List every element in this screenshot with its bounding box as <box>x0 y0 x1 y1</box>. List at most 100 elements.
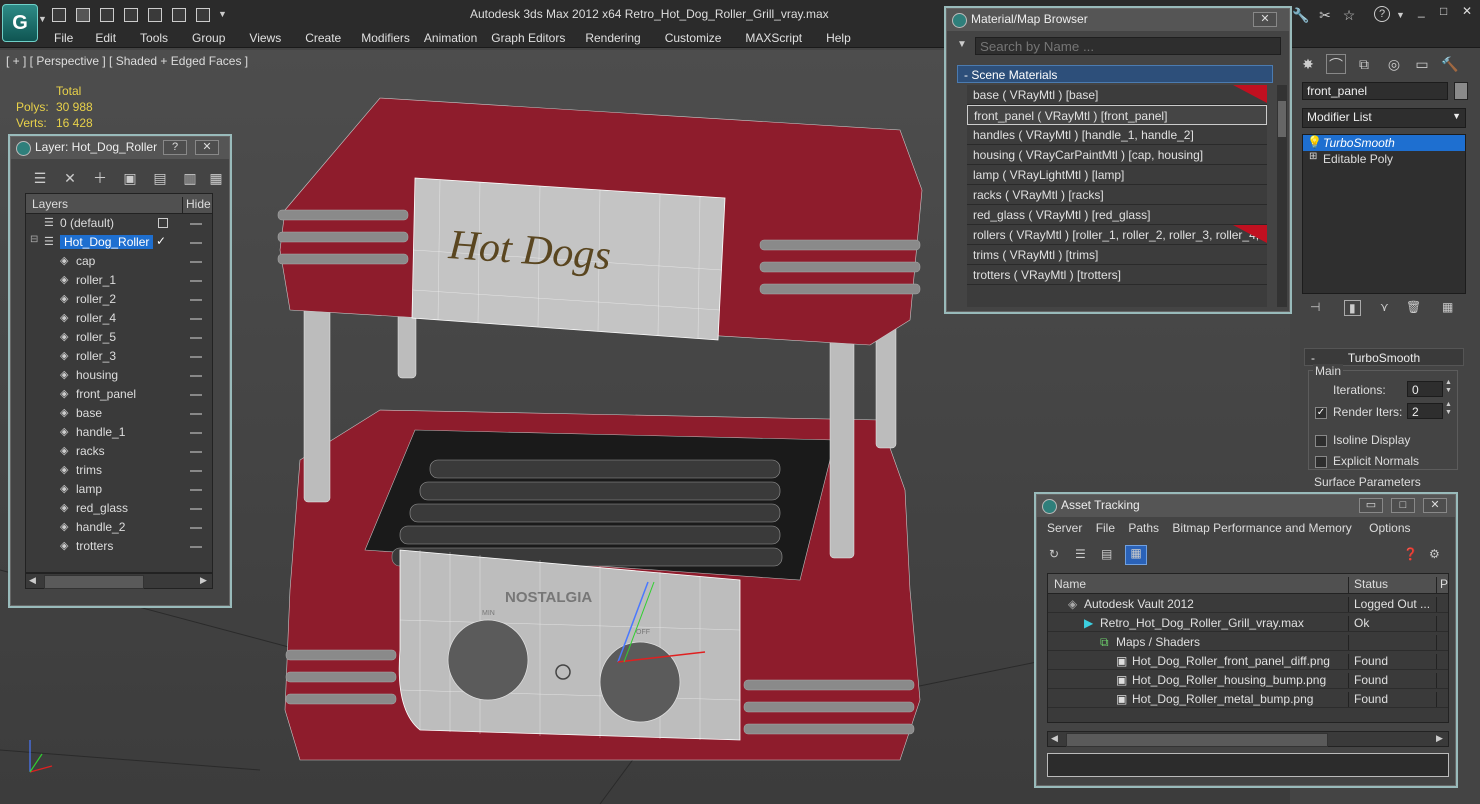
open-file-icon[interactable] <box>76 8 90 22</box>
asset-tracking-titlebar[interactable]: Asset Tracking ▭ □ ✕ <box>1037 495 1455 517</box>
menu-create[interactable]: Create <box>305 31 341 47</box>
maximize-window-button[interactable]: □ <box>1440 4 1447 18</box>
layer-row[interactable]: ◈ base <box>26 404 212 423</box>
create-tab-icon[interactable]: ✸ <box>1298 54 1318 74</box>
menu-file[interactable]: File <box>54 31 73 47</box>
hide-toggle[interactable] <box>190 261 202 263</box>
layer-row[interactable]: ◈ housing <box>26 366 212 385</box>
layer-row[interactable]: ◈ handle_1 <box>26 423 212 442</box>
hide-toggle[interactable] <box>190 242 202 244</box>
new-file-icon[interactable] <box>52 8 66 22</box>
layer-row[interactable]: ◈ roller_5 <box>26 328 212 347</box>
undo-icon[interactable] <box>124 8 138 22</box>
isoline-display-checkbox[interactable] <box>1315 433 1331 447</box>
stack-item-editable-poly[interactable]: ⊞ Editable Poly <box>1303 151 1465 167</box>
material-item[interactable]: racks ( VRayMtl ) [racks] <box>967 185 1267 205</box>
asset-menu-options[interactable]: Options <box>1369 521 1410 535</box>
hide-toggle[interactable] <box>190 527 202 529</box>
scene-materials-group[interactable]: - Scene Materials <box>957 65 1273 83</box>
layer-horizontal-scrollbar[interactable]: ◀ ▶ <box>25 573 213 589</box>
refresh-icon[interactable]: ↻ <box>1049 547 1059 561</box>
asset-horizontal-scrollbar[interactable]: ◀ ▶ <box>1047 731 1449 747</box>
save-file-icon[interactable] <box>100 8 114 22</box>
hide-toggle[interactable] <box>190 546 202 548</box>
hold-icon[interactable] <box>172 8 186 22</box>
layer-row[interactable]: ◈ front_panel <box>26 385 212 404</box>
redo-icon[interactable] <box>148 8 162 22</box>
asset-menu-server[interactable]: Server <box>1047 521 1082 535</box>
material-item[interactable]: trotters ( VRayMtl ) [trotters] <box>967 265 1267 285</box>
configure-sets-icon[interactable]: ▦ <box>1442 300 1453 314</box>
menu-rendering[interactable]: Rendering <box>585 31 640 47</box>
material-item[interactable]: lamp ( VRayLightMtl ) [lamp] <box>967 165 1267 185</box>
motion-tab-icon[interactable]: ◎ <box>1384 54 1404 74</box>
favorites-star-icon[interactable]: ☆ <box>1340 6 1358 24</box>
menu-edit[interactable]: Edit <box>95 31 116 47</box>
layer-row[interactable]: ◈ cap <box>26 252 212 271</box>
layer-row[interactable]: ◈ roller_4 <box>26 309 212 328</box>
hide-toggle[interactable] <box>190 489 202 491</box>
hide-toggle[interactable] <box>190 508 202 510</box>
menu-help[interactable]: Help <box>826 31 851 47</box>
material-item[interactable]: front_panel ( VRayMtl ) [front_panel] <box>967 105 1267 125</box>
asset-row[interactable]: ▣ Hot_Dog_Roller_metal_bump.png Found <box>1048 689 1448 708</box>
expand-plus-icon[interactable]: ⊞ <box>1309 151 1317 162</box>
scroll-left-arrow-icon[interactable]: ◀ <box>1051 733 1058 744</box>
render-iters-spinner-arrows-icon[interactable]: ▲ ▼ <box>1445 401 1452 417</box>
layer-help-button[interactable]: ? <box>163 140 187 155</box>
close-window-button[interactable]: ✕ <box>1462 4 1472 18</box>
freeze-all-icon[interactable]: ▦ <box>207 167 225 189</box>
iterations-spinner[interactable]: 0 <box>1407 381 1443 397</box>
help-icon[interactable]: ? <box>1374 6 1390 22</box>
material-item[interactable]: rollers ( VRayMtl ) [roller_1, roller_2,… <box>967 225 1267 245</box>
hide-toggle[interactable] <box>190 337 202 339</box>
asset-row[interactable]: ▶ Retro_Hot_Dog_Roller_Grill_vray.max Ok <box>1048 613 1448 632</box>
layer-row[interactable]: ☰ 0 (default) <box>26 214 212 233</box>
asset-menu-file[interactable]: File <box>1096 521 1115 535</box>
hide-column-header[interactable]: Hide <box>186 197 211 211</box>
hide-toggle[interactable] <box>190 451 202 453</box>
app-logo-button[interactable]: G <box>2 4 38 42</box>
render-iters-spinner[interactable]: 2 <box>1407 403 1443 419</box>
connect-icon[interactable]: ✂ <box>1316 6 1334 24</box>
asset-close-button[interactable]: ✕ <box>1423 498 1447 513</box>
scroll-thumb[interactable] <box>1066 733 1328 747</box>
material-search-input[interactable] <box>975 37 1281 55</box>
utilities-tab-icon[interactable]: 🔨 <box>1440 54 1460 74</box>
menu-group[interactable]: Group <box>192 31 225 47</box>
pin-stack-icon[interactable]: ⊣ <box>1310 300 1320 314</box>
list-view-icon[interactable]: ☰ <box>1075 547 1086 561</box>
object-color-swatch[interactable] <box>1454 82 1468 100</box>
menu-views[interactable]: Views <box>249 31 281 47</box>
layer-row[interactable]: ◈ red_glass <box>26 499 212 518</box>
layer-row[interactable]: ◈ lamp <box>26 480 212 499</box>
hide-toggle[interactable] <box>190 470 202 472</box>
asset-row[interactable]: ⧉ Maps / Shaders <box>1048 632 1448 651</box>
scroll-thumb[interactable] <box>44 575 144 589</box>
menu-maxscript[interactable]: MAXScript <box>745 31 802 47</box>
material-browser-close-button[interactable]: ✕ <box>1253 12 1277 27</box>
p-column-header[interactable]: P <box>1440 577 1448 591</box>
status-column-header[interactable]: Status <box>1354 577 1388 591</box>
scrollbar-thumb[interactable] <box>1278 101 1286 137</box>
asset-menu-bitmap-performance[interactable]: Bitmap Performance and Memory <box>1172 521 1351 535</box>
layer-row[interactable]: ◈ roller_2 <box>26 290 212 309</box>
menu-tools[interactable]: Tools <box>140 31 168 47</box>
layer-row[interactable]: ☰ ⊟ Hot_Dog_Roller ✓ <box>26 233 212 252</box>
create-layer-icon[interactable]: ☰ <box>29 167 51 189</box>
hide-toggle[interactable] <box>190 299 202 301</box>
options-dropdown-icon[interactable]: ▼ <box>957 39 967 50</box>
layer-row[interactable]: ◈ roller_3 <box>26 347 212 366</box>
tools-icon[interactable]: 🔧 <box>1292 6 1310 24</box>
delete-layer-icon[interactable]: ✕ <box>59 167 81 189</box>
hide-toggle[interactable] <box>190 375 202 377</box>
scroll-right-arrow-icon[interactable]: ▶ <box>200 575 207 586</box>
asset-row[interactable]: ▣ Hot_Dog_Roller_front_panel_diff.png Foun… <box>1048 651 1448 670</box>
material-browser-titlebar[interactable]: Material/Map Browser ✕ <box>947 9 1289 31</box>
current-layer-check-icon[interactable]: ✓ <box>156 234 166 248</box>
material-item[interactable]: base ( VRayMtl ) [base] <box>967 85 1267 105</box>
asset-maximize-button[interactable]: □ <box>1391 498 1415 513</box>
light-bulb-icon[interactable]: 💡 <box>1307 135 1322 149</box>
select-objects-icon[interactable]: ▣ <box>119 167 141 189</box>
layer-row[interactable]: ◈ racks <box>26 442 212 461</box>
